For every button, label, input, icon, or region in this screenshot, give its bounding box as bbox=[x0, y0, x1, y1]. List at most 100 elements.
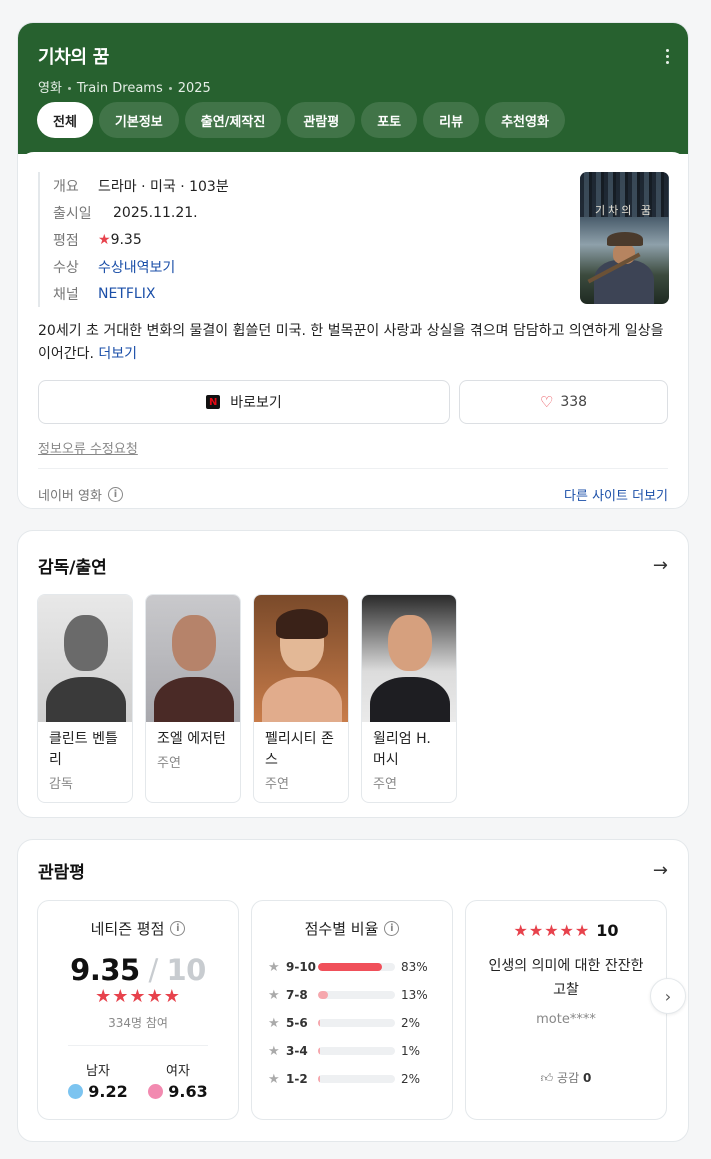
person-photo bbox=[38, 595, 132, 722]
review-score: 10 bbox=[596, 921, 619, 940]
review-row: 네티즌 평점 i 9.35 / 10 ★★★★★ 334명 참여 남자 9.22 … bbox=[18, 883, 688, 1120]
watch-now-button[interactable]: N 바로보기 bbox=[38, 380, 450, 424]
cast-item[interactable]: 조엘 에저턴 주연 bbox=[145, 594, 241, 803]
info-award: 수상 수상내역보기 bbox=[53, 253, 668, 280]
netizen-rating-box: 네티즌 평점 i 9.35 / 10 ★★★★★ 334명 참여 남자 9.22 … bbox=[37, 900, 239, 1120]
tab-recommended[interactable]: 추천영화 bbox=[485, 102, 565, 138]
cast-item[interactable]: 펠리시티 존스 주연 bbox=[253, 594, 349, 803]
distribution-fill bbox=[318, 1047, 321, 1055]
movie-poster[interactable]: 기차의 꿈 bbox=[580, 172, 669, 304]
distribution-fill bbox=[318, 1075, 321, 1083]
tab-reviews[interactable]: 리뷰 bbox=[423, 102, 480, 138]
info-channel: 채널 NETFLIX bbox=[53, 285, 156, 303]
distribution-row: ★ 1-2 2% bbox=[268, 1071, 421, 1087]
tab-photos[interactable]: 포토 bbox=[361, 102, 418, 138]
cast-item[interactable]: 클린트 벤틀리 감독 bbox=[37, 594, 133, 803]
channel-link[interactable]: NETFLIX bbox=[98, 286, 155, 302]
movie-header: 기차의 꿈 영화 Train Dreams 2025 전체 기본정보 출연/제작진 … bbox=[18, 23, 688, 154]
movie-original-title: Train Dreams bbox=[76, 81, 163, 96]
like-count: 338 bbox=[560, 394, 588, 410]
synopsis-more-link[interactable]: 더보기 bbox=[98, 346, 137, 362]
male-score: 남자 9.22 bbox=[68, 1060, 128, 1101]
distribution-row: ★ 9-10 83% bbox=[268, 959, 428, 975]
star-icon: ★ bbox=[98, 231, 111, 248]
person-photo bbox=[146, 595, 240, 722]
movie-card: 기차의 꿈 영화 Train Dreams 2025 전체 기본정보 출연/제작진 … bbox=[17, 22, 689, 509]
distribution-row: ★ 7-8 13% bbox=[268, 987, 428, 1003]
report-error-link[interactable]: 정보오류 수정요청 bbox=[38, 438, 668, 469]
star-icon: ★ bbox=[268, 1043, 280, 1059]
tab-bar: 전체 기본정보 출연/제작진 관람평 포토 리뷰 추천영화 bbox=[37, 102, 565, 138]
more-options-icon[interactable] bbox=[664, 49, 670, 67]
netizen-score: 9.35 / 10 bbox=[70, 953, 206, 987]
distribution-bar bbox=[318, 1019, 395, 1027]
star-rating-icon: ★★★★★ bbox=[513, 921, 591, 940]
participant-count: 334명 참여 bbox=[108, 1016, 168, 1030]
review-like-button[interactable]: 👍︎ 공감 0 bbox=[466, 1069, 666, 1086]
person-photo bbox=[362, 595, 456, 722]
distribution-bar bbox=[318, 1075, 395, 1083]
award-link[interactable]: 수상내역보기 bbox=[98, 257, 175, 277]
poster-title-text: 기차의 꿈 bbox=[595, 204, 654, 217]
person-photo bbox=[254, 595, 348, 722]
info-overview: 개요 드라마 · 미국 · 103분 bbox=[53, 178, 229, 195]
tab-cast-crew[interactable]: 출연/제작진 bbox=[184, 102, 282, 138]
more-sites-link[interactable]: 다른 사이트 더보기 bbox=[564, 485, 668, 504]
star-rating-icon: ★★★★★ bbox=[95, 986, 181, 1007]
info-release: 출시일 2025.11.21. bbox=[53, 204, 198, 222]
distribution-fill bbox=[318, 963, 382, 971]
distribution-bar bbox=[318, 963, 395, 971]
star-icon: ★ bbox=[268, 987, 280, 1003]
movie-title[interactable]: 기차의 꿈 bbox=[38, 43, 668, 69]
movie-type: 영화 bbox=[38, 81, 62, 96]
tab-all[interactable]: 전체 bbox=[37, 102, 93, 138]
arrow-right-icon[interactable]: → bbox=[653, 860, 668, 881]
chevron-right-icon: › bbox=[664, 986, 672, 1006]
distribution-label: 점수별 비율 bbox=[304, 920, 379, 938]
heart-icon: ♡ bbox=[539, 393, 554, 411]
reviews-section-title[interactable]: 관람평 bbox=[38, 858, 85, 883]
netflix-icon: N bbox=[206, 395, 221, 409]
distribution-fill bbox=[318, 1019, 321, 1027]
cast-list: 클린트 벤틀리 감독 조엘 에저턴 주연 펠리시티 존스 주연 윌리엄 H. 머… bbox=[18, 578, 688, 803]
source-label: 네이버 영화 bbox=[38, 488, 102, 504]
distribution-fill bbox=[318, 991, 328, 999]
tab-basic-info[interactable]: 기본정보 bbox=[98, 102, 179, 138]
like-button[interactable]: ♡ 338 bbox=[459, 380, 668, 424]
star-icon: ★ bbox=[268, 1015, 280, 1031]
review-user: mote**** bbox=[536, 1012, 596, 1027]
info-icon[interactable]: i bbox=[170, 921, 186, 936]
distribution-row: ★ 3-4 1% bbox=[268, 1043, 421, 1059]
male-face-icon bbox=[68, 1084, 84, 1099]
distribution-bar bbox=[318, 1047, 395, 1055]
female-face-icon bbox=[148, 1084, 164, 1099]
next-review-button[interactable]: › bbox=[650, 978, 686, 1014]
movie-subtitle: 영화 Train Dreams 2025 bbox=[38, 77, 668, 96]
action-buttons: N 바로보기 ♡ 338 bbox=[38, 380, 668, 424]
synopsis: 20세기 초 거대한 변화의 물결이 휩쓸던 미국. 한 벌목꾼이 사랑과 상실… bbox=[38, 323, 664, 362]
info-icon[interactable]: i bbox=[384, 921, 400, 936]
reviews-card: 관람평 → 네티즌 평점 i 9.35 / 10 ★★★★★ 334명 참여 남자… bbox=[17, 839, 689, 1142]
info-rating: 평점 ★9.35 bbox=[53, 231, 142, 249]
star-icon: ★ bbox=[268, 959, 280, 975]
distribution-bar bbox=[318, 991, 395, 999]
netizen-rating-label: 네티즌 평점 bbox=[90, 920, 165, 938]
info-list: 개요 드라마 · 미국 · 103분 출시일 2025.11.21. 평점 ★9… bbox=[38, 172, 668, 307]
top-review-box[interactable]: ★★★★★ 10 인생의 의미에 대한 잔잔한 고찰 mote**** 👍︎ 공감… bbox=[465, 900, 667, 1120]
distribution-row: ★ 5-6 2% bbox=[268, 1015, 421, 1031]
female-score: 여자 9.63 bbox=[148, 1060, 208, 1101]
score-distribution-box: 점수별 비율 i ★ 9-10 83% ★ 7-8 13% ★ 5-6 2% ★ 3-4 1% ★ 1-2 2… bbox=[251, 900, 453, 1120]
star-icon: ★ bbox=[268, 1071, 280, 1087]
cast-card: 감독/출연 → 클린트 벤틀리 감독 조엘 에저턴 주연 펠리시티 존스 주연 … bbox=[17, 530, 689, 818]
movie-body: 개요 드라마 · 미국 · 103분 출시일 2025.11.21. 평점 ★9… bbox=[18, 152, 688, 508]
cast-section-title[interactable]: 감독/출연 bbox=[38, 553, 107, 578]
tab-reviews-short[interactable]: 관람평 bbox=[287, 102, 356, 138]
movie-year: 2025 bbox=[177, 81, 211, 96]
review-text: 인생의 의미에 대한 잔잔한 고찰 bbox=[488, 958, 644, 998]
source-row: 네이버 영화 i 다른 사이트 더보기 bbox=[38, 469, 668, 508]
arrow-right-icon[interactable]: → bbox=[653, 555, 668, 576]
cast-item[interactable]: 윌리엄 H. 머시 주연 bbox=[361, 594, 457, 803]
gender-scores: 남자 9.22 여자 9.63 bbox=[68, 1045, 208, 1101]
info-icon[interactable]: i bbox=[107, 486, 123, 502]
distribution-list: ★ 9-10 83% ★ 7-8 13% ★ 5-6 2% ★ 3-4 1% ★ 1-2 2% bbox=[252, 939, 452, 1093]
